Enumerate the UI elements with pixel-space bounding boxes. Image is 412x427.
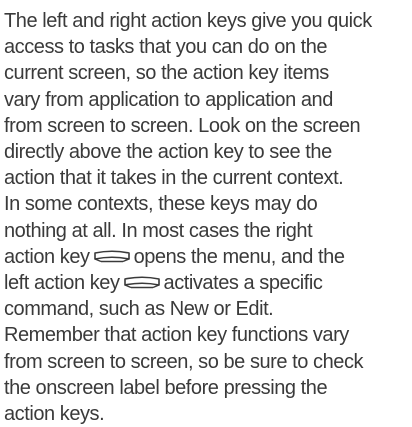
text-line: the onscreen label before pressing the <box>4 376 328 399</box>
text-line: nothing at all. In most cases the right <box>4 219 313 242</box>
body-paragraph: The left and right action keys give you … <box>4 8 406 427</box>
left-action-key-icon <box>123 275 161 289</box>
text-line: vary from application to application and <box>4 88 333 111</box>
text-line: action keys. <box>4 403 105 426</box>
text-segment: opens the menu, and the <box>133 245 345 268</box>
text-line: In some contexts, these keys may do <box>4 193 318 216</box>
text-segment: action key <box>4 245 90 268</box>
right-action-key-icon <box>93 249 131 263</box>
text-line: access to tasks that you can do on the <box>4 36 328 59</box>
text-line-with-icon: action key opens the menu, and the <box>4 244 406 270</box>
page: The left and right action keys give you … <box>0 0 412 426</box>
text-segment: activates a specific <box>163 272 323 295</box>
text-line: from screen to screen. Look on the scree… <box>4 114 361 137</box>
text-line: Remember that action key functions vary <box>4 324 349 347</box>
text-line: The left and right action keys give you … <box>4 10 372 32</box>
text-segment: left action key <box>4 272 120 295</box>
text-line: directly above the action key to see the <box>4 141 332 164</box>
text-line: current screen, so the action key items <box>4 62 329 85</box>
text-line: action that it takes in the current cont… <box>4 167 344 190</box>
text-line: command, such as New or Edit. <box>4 298 274 321</box>
text-line: from screen to screen, so be sure to che… <box>4 350 364 373</box>
text-line-with-icon: left action key activates a specific <box>4 270 406 296</box>
